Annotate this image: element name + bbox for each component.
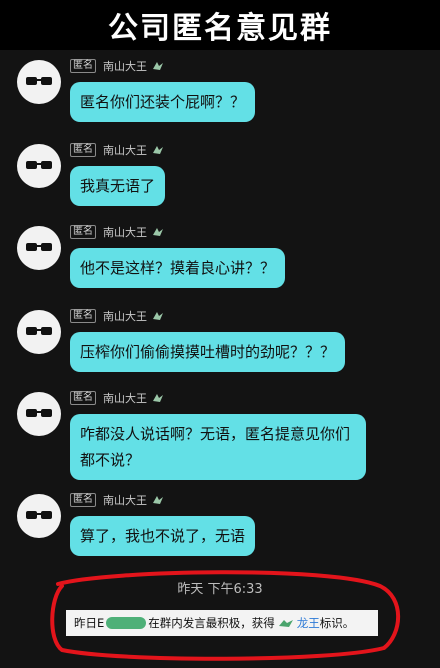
sender-name[interactable]: 南山大王: [103, 492, 147, 508]
sunglasses-avatar-icon[interactable]: [17, 60, 61, 104]
chat-message: 匿名 南山大王 算了，我也不说了，无语: [0, 490, 440, 580]
timestamp: 昨天 下午6:33: [177, 582, 263, 597]
system-notice: 昨日 E 在群内发言最积极，获得 龙王 标识。: [66, 610, 378, 636]
sunglasses-avatar-icon[interactable]: [17, 494, 61, 538]
notice-middle: 在群内发言最积极，获得: [148, 616, 275, 630]
chat-message: 匿名 南山大王 他不是这样？摸着良心讲？？: [0, 222, 440, 312]
dragon-medal-icon: [153, 228, 163, 236]
dragon-medal-icon: [153, 312, 163, 320]
dragon-king-title[interactable]: 龙王: [297, 615, 320, 631]
message-bubble[interactable]: 我真无语了: [70, 166, 166, 206]
chat-message: 匿名 南山大王 我真无语了: [0, 140, 440, 230]
anonymous-badge: 匿名: [70, 309, 96, 323]
message-meta: 匿名 南山大王: [70, 142, 164, 158]
message-meta: 匿名 南山大王: [70, 224, 164, 240]
sender-name[interactable]: 南山大王: [103, 142, 147, 158]
anonymous-badge: 匿名: [70, 391, 96, 405]
message-meta: 匿名 南山大王: [70, 390, 164, 406]
notice-suffix: 标识。: [319, 616, 355, 630]
sunglasses-avatar-icon[interactable]: [17, 144, 61, 188]
sender-name[interactable]: 南山大王: [103, 224, 147, 240]
dragon-medal-icon: [153, 394, 163, 402]
message-meta: 匿名 南山大王: [70, 492, 164, 508]
redaction-mark: [106, 617, 147, 629]
message-meta: 匿名 南山大王: [70, 58, 164, 74]
chat-message: 匿名 南山大王 咋都没人说话啊？无语，匿名提意见你们都不说？: [0, 388, 440, 498]
dragon-king-icon: [278, 620, 293, 627]
sender-name[interactable]: 南山大王: [103, 390, 147, 406]
dragon-medal-icon: [153, 146, 163, 154]
message-bubble[interactable]: 他不是这样？摸着良心讲？？: [70, 248, 286, 288]
notice-prefix: 昨日: [74, 616, 97, 630]
chat-message: 匿名 南山大王 匿名你们还装个屁啊？？: [0, 56, 440, 146]
message-meta: 匿名 南山大王: [70, 308, 164, 324]
anonymous-badge: 匿名: [70, 59, 96, 73]
anonymous-badge: 匿名: [70, 493, 96, 507]
notice-redacted-initial: E: [97, 616, 105, 630]
message-bubble[interactable]: 咋都没人说话啊？无语，匿名提意见你们都不说？: [70, 414, 366, 480]
chat-message: 匿名 南山大王 压榨你们偷偷摸摸吐槽时的劲呢？？？: [0, 306, 440, 396]
sender-name[interactable]: 南山大王: [103, 58, 147, 74]
anonymous-badge: 匿名: [70, 225, 96, 239]
sunglasses-avatar-icon[interactable]: [17, 226, 61, 270]
page-title: 公司匿名意见群: [108, 11, 332, 46]
message-bubble[interactable]: 算了，我也不说了，无语: [70, 516, 256, 556]
chat-area[interactable]: 匿名 南山大王 匿名你们还装个屁啊？？ 匿名 南山大王 我真无语了 匿名 南山大…: [0, 50, 440, 668]
sunglasses-avatar-icon[interactable]: [17, 310, 61, 354]
message-bubble[interactable]: 匿名你们还装个屁啊？？: [70, 82, 256, 122]
title-bar: 公司匿名意见群: [0, 0, 440, 50]
message-bubble[interactable]: 压榨你们偷偷摸摸吐槽时的劲呢？？？: [70, 332, 346, 372]
sender-name[interactable]: 南山大王: [103, 308, 147, 324]
sunglasses-avatar-icon[interactable]: [17, 392, 61, 436]
dragon-medal-icon: [153, 62, 163, 70]
anonymous-badge: 匿名: [70, 143, 96, 157]
dragon-medal-icon: [153, 496, 163, 504]
